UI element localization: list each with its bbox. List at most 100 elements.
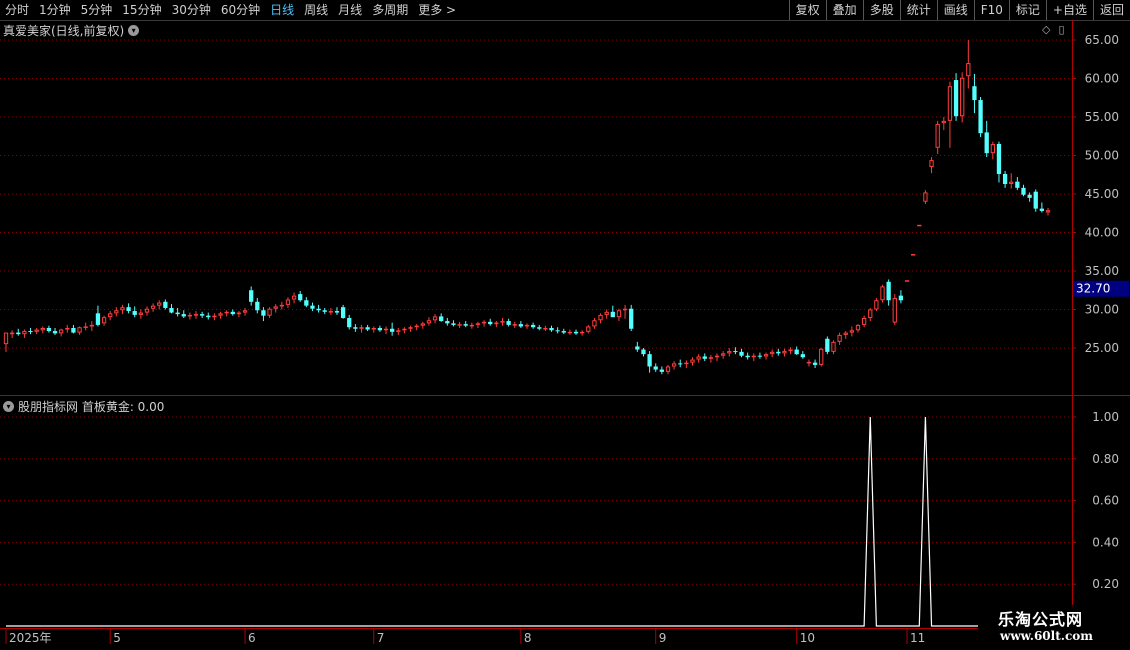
candle-body [616,310,622,318]
price-tick-label: 65.00 [1085,33,1119,47]
candle-body [65,327,70,330]
candle-body [230,311,235,315]
candle-body [567,331,573,334]
candle-body [132,311,137,315]
candle-body [457,324,462,326]
watermark-url: www.60lt.com [1000,629,1093,643]
candle-body [34,329,39,332]
candle-body [347,317,352,328]
candle-body [598,314,603,321]
kline-chart[interactable]: 65.00 60.00 55.00 50.00 45.00 40.00 35.00 30.00… [0,0,1130,650]
candle-body [555,330,560,332]
price-tick-label: 50.00 [1085,149,1119,163]
candle-body [144,308,150,313]
candle-body [150,305,156,309]
last-price-label: 32.70 [1076,282,1110,296]
candle-body [28,331,33,333]
candle-body [960,77,965,117]
candle-body [218,313,223,316]
candle-body [377,327,383,331]
candle-body [935,123,940,148]
candle-body [95,313,101,325]
candle-body [849,330,855,333]
candle-body [794,349,799,355]
candle-body [996,143,1002,174]
candle-body [904,280,910,282]
candle-body [9,332,15,335]
candle-body [911,254,916,256]
candle-body [402,328,407,331]
candle-body [255,301,260,311]
candle-body [298,294,303,301]
candle-body [580,331,585,334]
candle-body [212,315,217,318]
candle-body [316,308,321,311]
candle-body [678,363,683,365]
candle-body [549,327,554,331]
candle-body [714,355,720,358]
candle-body [175,312,180,315]
candle-body [334,311,340,313]
candle-body [788,349,793,352]
candle-body [101,317,107,324]
date-tick-label: 8 [524,631,532,645]
candle-body [929,160,934,168]
candle-body [120,307,125,311]
candle-body [861,317,867,325]
watermark-title: 乐淘公式网 [998,610,1084,629]
candle-body [494,322,499,325]
candle-body [573,331,579,334]
candle-body [776,351,781,354]
candle-body [16,332,21,335]
candle-body [610,311,615,318]
candle-body [469,324,474,327]
candle-body [463,324,468,326]
candle-body [1033,191,1038,209]
candle-body [340,307,346,318]
candle-body [500,321,505,323]
candle-body [108,313,113,318]
candle-body [733,351,738,353]
indicator-tick-label: 0.80 [1092,452,1119,466]
candle-body [592,320,597,327]
date-tick-label: 11 [910,631,925,645]
indicator-line [6,416,1048,627]
candle-body [1002,173,1008,184]
candle-body [1045,210,1051,213]
indicator-tick-label: 1.00 [1092,410,1119,424]
candle-body [898,295,904,301]
price-tick-label: 40.00 [1085,226,1119,240]
candle-body [279,304,284,307]
candle-body [806,361,812,364]
candle-body [138,312,143,315]
candle-body [635,346,640,350]
candle-body [163,301,168,308]
candle-body [524,324,530,327]
candle-body [837,334,842,342]
candle-body [390,328,395,332]
candle-body [880,286,885,301]
candle-body [941,120,946,124]
price-tick-label: 25.00 [1085,341,1119,355]
candle-body [653,366,658,370]
candle-body [886,281,891,301]
candle-body [371,327,376,330]
candle-body [1027,194,1032,198]
candle-body [396,330,401,332]
candle-body [359,327,364,329]
candle-body [543,327,548,330]
candle-body [328,311,334,313]
price-tick-label: 45.00 [1085,187,1119,201]
candle-body [953,80,959,117]
candle-body [972,86,977,101]
candle-body [475,323,481,325]
candle-body [426,320,432,324]
candle-body [322,310,327,312]
candle-body [641,349,646,355]
candle-body [530,324,536,328]
candle-body [267,308,272,316]
candle-body [512,324,517,326]
candle-body [825,338,830,352]
candle-body [77,327,82,333]
candle-body [83,326,88,328]
